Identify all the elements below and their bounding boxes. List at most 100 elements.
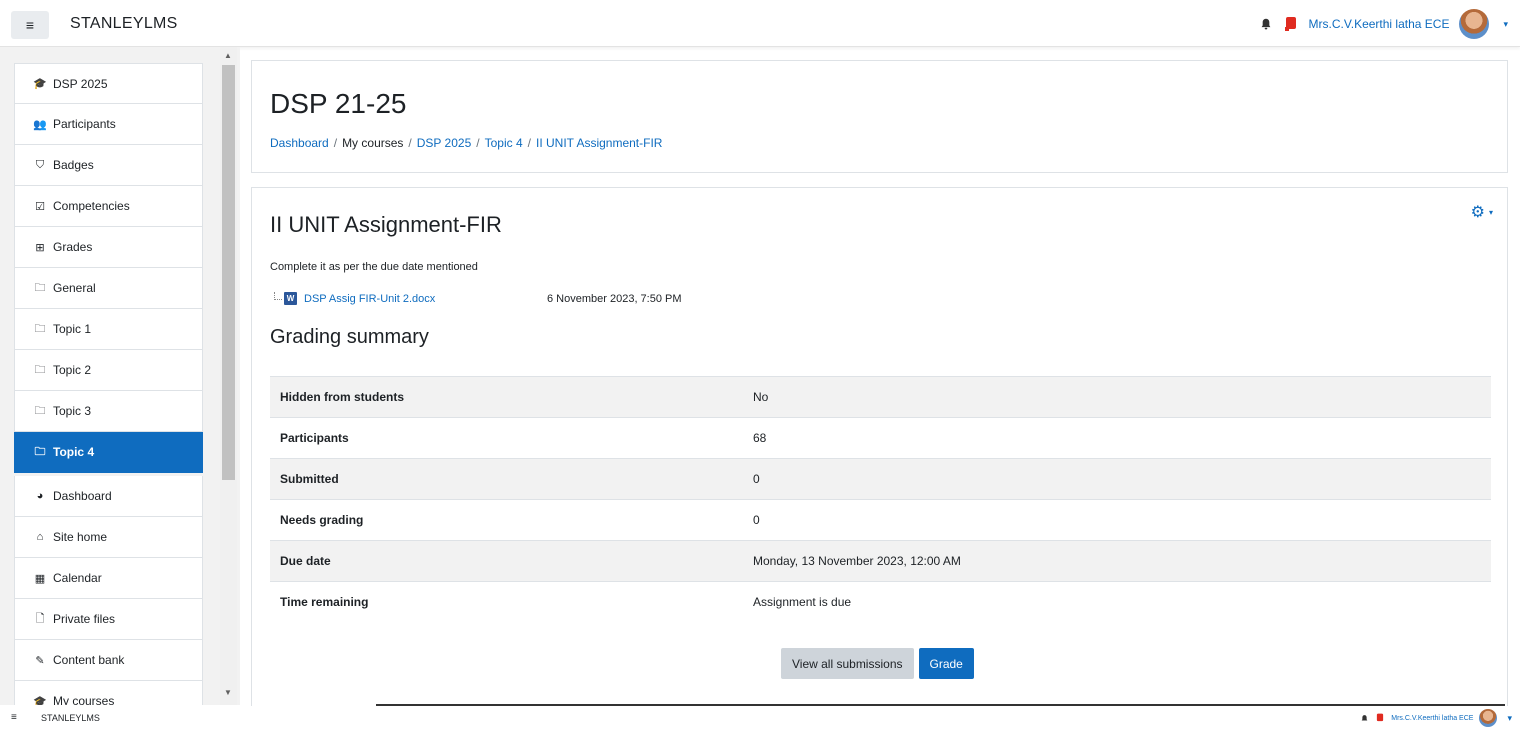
user-name[interactable]: Mrs.C.V.Keerthi latha ECE	[1309, 17, 1450, 31]
hamburger-icon[interactable]: ≡	[11, 11, 49, 39]
attachment-row: W DSP Assig FIR-Unit 2.docx 6 November 2…	[274, 291, 682, 305]
tree-connector	[274, 291, 282, 300]
sidebar-item-label: Dashboard	[53, 489, 112, 503]
navbar-user-area: Mrs.C.V.Keerthi latha ECE ▾	[1360, 709, 1512, 727]
bell-icon[interactable]	[1259, 17, 1273, 31]
gear-icon[interactable]: ⚙	[1471, 202, 1485, 222]
scroll-down-icon[interactable]: ▼	[224, 688, 232, 697]
grading-summary-table: Hidden from students No Participants 68 Subm…	[270, 376, 1491, 623]
table-row: Hidden from students No	[270, 376, 1491, 418]
bottom-navbar: ≡ STANLEYLMS Mrs.C.V.Keerthi latha ECE ▾	[0, 706, 1520, 731]
site-brand[interactable]: STANLEYLMS	[70, 15, 178, 33]
sidebar-item-participants[interactable]: 👥 Participants	[14, 104, 203, 145]
sidebar-item-label: Grades	[53, 240, 93, 254]
sidebar-item-competencies[interactable]: ☑ Competencies	[14, 186, 203, 227]
graduation-cap-icon: 🎓	[33, 695, 47, 706]
page-title: DSP 21-25	[270, 88, 407, 119]
sidebar-item-label: My courses	[53, 694, 115, 705]
summary-label: Time remaining	[270, 581, 743, 623]
grade-button[interactable]: Grade	[918, 648, 974, 679]
summary-label: Due date	[270, 540, 743, 582]
summary-value: Assignment is due	[743, 581, 1491, 623]
summary-value: 0	[743, 499, 1491, 541]
chevron-down-icon[interactable]: ▾	[1507, 713, 1512, 724]
avatar[interactable]	[1459, 9, 1490, 39]
breadcrumb-item[interactable]: DSP 2025	[417, 136, 472, 150]
sidebar-item-label: Topic 2	[53, 363, 92, 377]
attachment-date: 6 November 2023, 7:50 PM	[547, 292, 682, 305]
sidebar-item-label: Topic 1	[53, 322, 92, 336]
table-icon: ⊞	[35, 241, 45, 254]
sidebar-item-label: Site home	[53, 530, 108, 544]
dashboard-icon: ◕	[36, 490, 44, 502]
sidebar-scrollbar[interactable]: ▲ ▼	[220, 47, 237, 705]
breadcrumb-item[interactable]: Dashboard	[270, 136, 329, 150]
bell-icon[interactable]	[1360, 714, 1369, 723]
summary-value: 0	[743, 458, 1491, 500]
user-name[interactable]: Mrs.C.V.Keerthi latha ECE	[1391, 715, 1473, 722]
sidebar-item-my-courses[interactable]: 🎓 My courses	[14, 681, 203, 705]
sidebar-item-label: DSP 2025	[53, 76, 108, 91]
table-row: Time remaining Assignment is due	[270, 581, 1491, 623]
attachment-link[interactable]: DSP Assig FIR-Unit 2.docx	[304, 293, 547, 305]
assignment-card: ⚙ ▾ II UNIT Assignment-FIR Complete it a…	[251, 187, 1508, 717]
table-row: Participants 68	[270, 417, 1491, 459]
settings-menu[interactable]: ⚙ ▾	[1471, 202, 1493, 222]
sidebar-item-badges[interactable]: ⛉ Badges	[14, 145, 203, 186]
breadcrumb-item[interactable]: II UNIT Assignment-FIR	[536, 136, 662, 150]
sidebar-item-label: General	[53, 281, 96, 295]
breadcrumb-separator: /	[408, 136, 412, 150]
summary-label: Participants	[270, 417, 743, 459]
sidebar-item-content-bank[interactable]: ✎ Content bank	[14, 640, 203, 681]
sidebar-item-topic-2[interactable]: 🗀 Topic 2	[14, 350, 203, 391]
sidebar-item-label: Participants	[53, 117, 116, 131]
sidebar-item-topic-1[interactable]: 🗀 Topic 1	[14, 309, 203, 350]
breadcrumb-separator: /	[476, 136, 480, 150]
sidebar-item-dashboard[interactable]: ◕ Dashboard	[14, 476, 203, 517]
navbar-user-area: Mrs.C.V.Keerthi latha ECE ▾	[1259, 8, 1508, 40]
table-row: Submitted 0	[270, 458, 1491, 500]
message-icon[interactable]	[1283, 16, 1299, 32]
table-row: Needs grading 0	[270, 499, 1491, 541]
sidebar-item-label: Topic 4	[53, 445, 95, 459]
chevron-down-icon[interactable]: ▾	[1489, 208, 1493, 217]
sidebar-nav: 🎓 DSP 2025 👥 Participants ⛉ Badges ☑ Competenci…	[14, 63, 203, 705]
assignment-title: II UNIT Assignment-FIR	[270, 212, 502, 237]
checkbox-icon: ☑	[35, 200, 45, 213]
sidebar-item-topic-4[interactable]: 🗀 Topic 4	[14, 432, 203, 473]
message-icon[interactable]	[1375, 713, 1385, 723]
summary-label: Needs grading	[270, 499, 743, 541]
sidebar-item-general[interactable]: 🗀 General	[14, 268, 203, 309]
scroll-thumb[interactable]	[222, 65, 235, 480]
grading-summary-heading: Grading summary	[270, 326, 429, 348]
hamburger-icon[interactable]: ≡	[11, 712, 17, 723]
breadcrumb-item[interactable]: Topic 4	[485, 136, 523, 150]
home-icon: ⌂	[36, 531, 44, 543]
sidebar-item-dsp-2025[interactable]: 🎓 DSP 2025	[14, 63, 203, 104]
folder-icon: 🗀	[34, 445, 46, 458]
summary-label: Submitted	[270, 458, 743, 500]
chevron-down-icon[interactable]: ▾	[1503, 19, 1508, 30]
sidebar-item-topic-3[interactable]: 🗀 Topic 3	[14, 391, 203, 432]
view-all-submissions-button[interactable]: View all submissions	[781, 648, 914, 679]
sidebar-item-grades[interactable]: ⊞ Grades	[14, 227, 203, 268]
breadcrumb-item: My courses	[342, 136, 404, 150]
sidebar-item-label: Badges	[53, 158, 94, 172]
sidebar-item-calendar[interactable]: ▦ Calendar	[14, 558, 203, 599]
scroll-up-icon[interactable]: ▲	[224, 51, 232, 60]
word-document-icon: W	[284, 292, 297, 305]
sidebar-item-site-home[interactable]: ⌂ Site home	[14, 517, 203, 558]
summary-value: 68	[743, 417, 1491, 459]
sidebar-item-private-files[interactable]: 🗋 Private files	[14, 599, 203, 640]
assignment-intro: Complete it as per the due date mentione…	[270, 261, 478, 273]
summary-value: No	[743, 376, 1491, 418]
folder-icon: 🗀	[34, 322, 46, 335]
breadcrumb-separator: /	[527, 136, 531, 150]
avatar[interactable]	[1479, 709, 1498, 727]
site-brand[interactable]: STANLEYLMS	[41, 713, 100, 723]
folder-icon: 🗀	[34, 363, 46, 376]
action-buttons: View all submissions Grade	[781, 648, 974, 679]
folder-icon: 🗀	[34, 404, 46, 417]
shield-icon: ⛉	[35, 158, 45, 171]
sidebar-item-label: Calendar	[53, 571, 102, 585]
